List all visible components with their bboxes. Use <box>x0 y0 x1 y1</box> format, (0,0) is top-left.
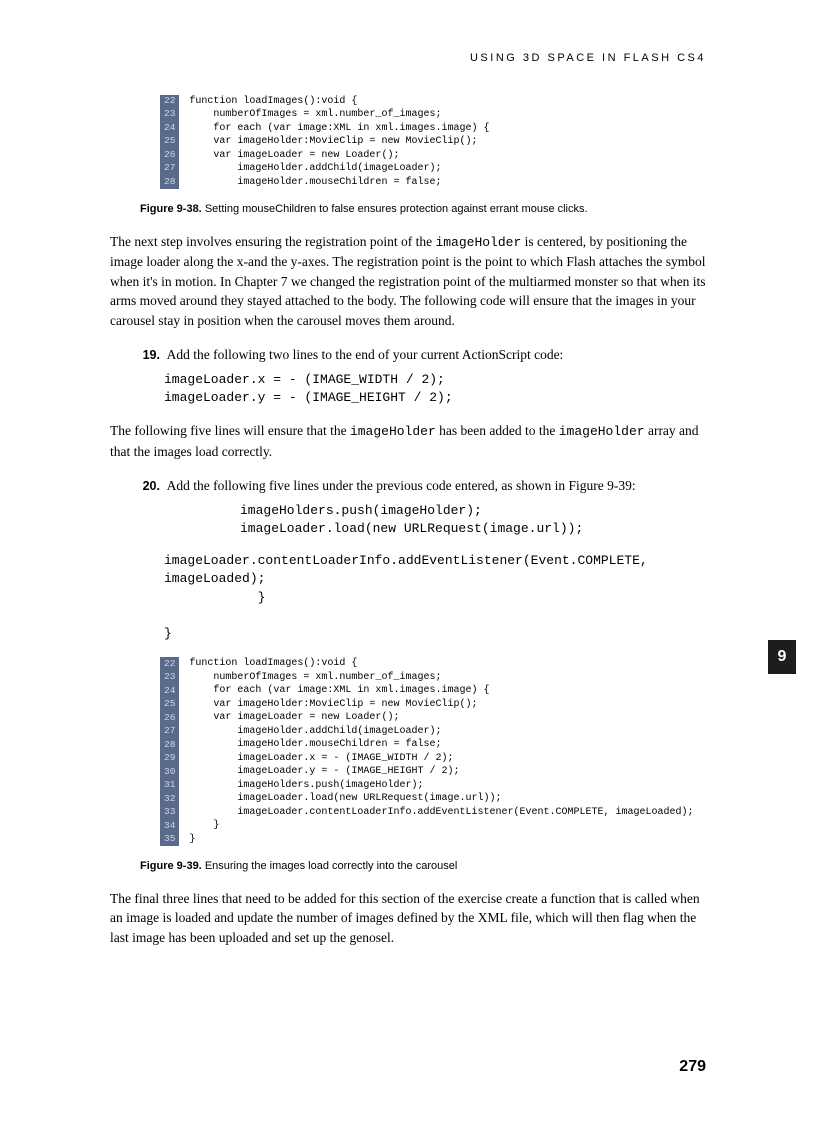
line-number: 27 <box>160 725 179 739</box>
step-20: 20. Add the following five lines under t… <box>134 476 706 496</box>
code-line: } <box>179 833 697 847</box>
line-number: 23 <box>160 671 179 685</box>
step-number: 19. <box>134 346 160 365</box>
line-number: 34 <box>160 819 179 833</box>
body-paragraph: The final three lines that need to be ad… <box>110 889 706 948</box>
code-listing-9-38: 22function loadImages():void {23 numberO… <box>160 95 493 190</box>
figure-label: Figure 9-39. <box>140 860 202 872</box>
text: The following five lines will ensure tha… <box>110 423 350 438</box>
body-paragraph: The following five lines will ensure tha… <box>110 421 706 461</box>
text: has been added to the <box>436 423 559 438</box>
code-line: numberOfImages = xml.number_of_images; <box>179 671 697 685</box>
line-number: 23 <box>160 108 179 122</box>
code-line: for each (var image:XML in xml.images.im… <box>179 122 493 136</box>
figure-caption-text: Ensuring the images load correctly into … <box>205 860 458 872</box>
inline-code: imageHolder <box>559 424 645 439</box>
line-number: 25 <box>160 135 179 149</box>
text: The next step involves ensuring the regi… <box>110 234 435 249</box>
figure-caption: Figure 9-38. Setting mouseChildren to fa… <box>140 201 706 218</box>
figure-caption-text: Setting mouseChildren to false ensures p… <box>205 203 588 215</box>
line-number: 24 <box>160 122 179 136</box>
code-line: for each (var image:XML in xml.images.im… <box>179 684 697 698</box>
line-number: 22 <box>160 95 179 109</box>
line-number: 29 <box>160 752 179 766</box>
line-number: 28 <box>160 738 179 752</box>
page-number: 279 <box>679 1055 706 1079</box>
code-line: var imageHolder:MovieClip = new MovieCli… <box>179 135 493 149</box>
inline-code: imageHolder <box>435 235 521 250</box>
code-line: function loadImages():void { <box>179 657 697 671</box>
line-number: 32 <box>160 792 179 806</box>
line-number: 26 <box>160 711 179 725</box>
line-number: 35 <box>160 833 179 847</box>
code-line: imageHolder.mouseChildren = false; <box>179 738 697 752</box>
code-line: imageHolder.addChild(imageLoader); <box>179 725 697 739</box>
running-header: USING 3D SPACE IN FLASH CS4 <box>110 50 706 67</box>
figure-9-39: 22function loadImages():void {23 numberO… <box>160 657 706 875</box>
line-number: 28 <box>160 176 179 190</box>
line-number: 24 <box>160 684 179 698</box>
code-line: var imageLoader = new Loader(); <box>179 711 697 725</box>
code-line: numberOfImages = xml.number_of_images; <box>179 108 493 122</box>
code-line: imageLoader.load(new URLRequest(image.ur… <box>179 792 697 806</box>
figure-9-38: 22function loadImages():void {23 numberO… <box>160 95 706 218</box>
code-line: imageLoader.y = - (IMAGE_HEIGHT / 2); <box>179 765 697 779</box>
line-number: 25 <box>160 698 179 712</box>
code-listing-9-39: 22function loadImages():void {23 numberO… <box>160 657 698 846</box>
code-block: imageLoader.contentLoaderInfo.addEventLi… <box>164 552 706 643</box>
figure-label: Figure 9-38. <box>140 203 202 215</box>
code-line: imageLoader.contentLoaderInfo.addEventLi… <box>179 806 697 820</box>
code-line: imageLoader.x = - (IMAGE_WIDTH / 2); <box>179 752 697 766</box>
line-number: 31 <box>160 779 179 793</box>
chapter-tab: 9 <box>768 640 796 674</box>
line-number: 30 <box>160 765 179 779</box>
step-text: Add the following five lines under the p… <box>167 478 636 493</box>
code-line: function loadImages():void { <box>179 95 493 109</box>
code-line: var imageHolder:MovieClip = new MovieCli… <box>179 698 697 712</box>
code-line: imageHolder.addChild(imageLoader); <box>179 162 493 176</box>
step-text: Add the following two lines to the end o… <box>167 347 564 362</box>
step-19: 19. Add the following two lines to the e… <box>134 345 706 365</box>
line-number: 26 <box>160 149 179 163</box>
step-number: 20. <box>134 477 160 496</box>
body-paragraph: The next step involves ensuring the regi… <box>110 232 706 331</box>
line-number: 22 <box>160 657 179 671</box>
line-number: 33 <box>160 806 179 820</box>
line-number: 27 <box>160 162 179 176</box>
code-line: var imageLoader = new Loader(); <box>179 149 493 163</box>
code-line: } <box>179 819 697 833</box>
inline-code: imageHolder <box>350 424 436 439</box>
code-block: imageHolders.push(imageHolder); imageLoa… <box>240 502 706 538</box>
figure-caption: Figure 9-39. Ensuring the images load co… <box>140 858 706 875</box>
code-block: imageLoader.x = - (IMAGE_WIDTH / 2); ima… <box>164 371 706 407</box>
code-line: imageHolder.mouseChildren = false; <box>179 176 493 190</box>
code-line: imageHolders.push(imageHolder); <box>179 779 697 793</box>
